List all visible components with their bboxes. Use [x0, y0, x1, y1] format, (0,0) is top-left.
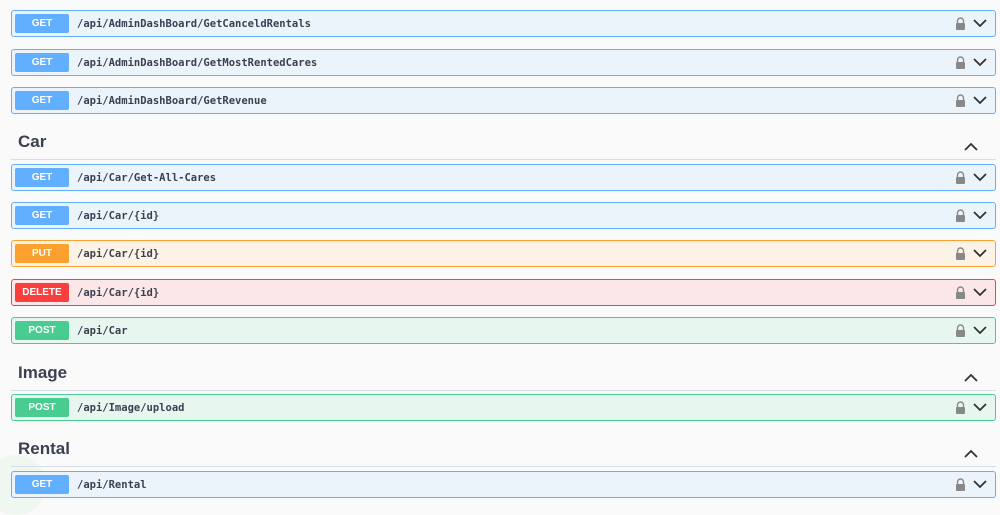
chevron-down-icon[interactable]	[973, 287, 989, 299]
operation-put-car-by-id[interactable]: PUT /api/Car/{id}	[11, 240, 996, 267]
lock-icon[interactable]	[955, 323, 969, 339]
operation-path: /api/AdminDashBoard/GetRevenue	[77, 94, 267, 107]
method-badge: GET	[15, 475, 69, 494]
chevron-down-icon[interactable]	[973, 325, 989, 337]
method-badge: POST	[15, 321, 69, 340]
chevron-down-icon[interactable]	[973, 95, 989, 107]
tag-header-car[interactable]: Car	[11, 126, 996, 160]
operation-get-revenue[interactable]: GET /api/AdminDashBoard/GetRevenue	[11, 87, 996, 114]
operation-delete-car-by-id[interactable]: DELETE /api/Car/{id}	[11, 279, 996, 306]
lock-icon[interactable]	[955, 477, 969, 493]
method-badge: GET	[15, 168, 69, 187]
chevron-down-icon[interactable]	[973, 402, 989, 414]
chevron-down-icon[interactable]	[973, 57, 989, 69]
operation-path: /api/Car	[77, 324, 128, 337]
operation-path: /api/Car/{id}	[77, 286, 160, 299]
method-badge: GET	[15, 14, 69, 33]
operation-path: /api/Car/Get-All-Cares	[77, 171, 217, 184]
operation-path: /api/Car/{id}	[77, 247, 160, 260]
chevron-down-icon[interactable]	[973, 18, 989, 30]
chevron-down-icon[interactable]	[973, 248, 989, 260]
tag-title: Car	[18, 132, 47, 151]
chevron-down-icon[interactable]	[973, 172, 989, 184]
chevron-down-icon[interactable]	[973, 210, 989, 222]
method-badge: DELETE	[15, 283, 69, 302]
operation-get-all-cares[interactable]: GET /api/Car/Get-All-Cares	[11, 164, 996, 191]
lock-icon[interactable]	[955, 55, 969, 71]
lock-icon[interactable]	[955, 16, 969, 32]
operation-path: /api/AdminDashBoard/GetMostRentedCares	[77, 56, 318, 69]
operation-post-image-upload[interactable]: POST /api/Image/upload	[11, 394, 996, 421]
method-badge: GET	[15, 53, 69, 72]
operation-get-car-by-id[interactable]: GET /api/Car/{id}	[11, 202, 996, 229]
method-badge: GET	[15, 91, 69, 110]
chevron-down-icon[interactable]	[973, 479, 989, 491]
tag-header-rental[interactable]: Rental	[11, 433, 996, 467]
operation-get-most-rented-cares[interactable]: GET /api/AdminDashBoard/GetMostRentedCar…	[11, 49, 996, 76]
operation-get-canceld-rentals[interactable]: GET /api/AdminDashBoard/GetCanceldRental…	[11, 10, 996, 37]
tag-title: Rental	[18, 439, 70, 458]
tag-header-image[interactable]: Image	[11, 357, 996, 391]
chevron-up-icon[interactable]	[964, 445, 978, 458]
operation-get-rental[interactable]: GET /api/Rental	[11, 471, 996, 498]
operation-path: /api/Car/{id}	[77, 209, 160, 222]
operation-path: /api/Image/upload	[77, 401, 185, 414]
operation-post-car[interactable]: POST /api/Car	[11, 317, 996, 344]
lock-icon[interactable]	[955, 246, 969, 262]
chevron-up-icon[interactable]	[964, 369, 978, 382]
tag-title: Image	[18, 363, 68, 382]
method-badge: PUT	[15, 244, 69, 263]
lock-icon[interactable]	[955, 170, 969, 186]
operation-path: /api/Rental	[77, 478, 147, 491]
chevron-up-icon[interactable]	[964, 138, 978, 151]
method-badge: POST	[15, 398, 69, 417]
lock-icon[interactable]	[955, 208, 969, 224]
lock-icon[interactable]	[955, 285, 969, 301]
operation-path: /api/AdminDashBoard/GetCanceldRentals	[77, 17, 311, 30]
lock-icon[interactable]	[955, 93, 969, 109]
lock-icon[interactable]	[955, 400, 969, 416]
method-badge: GET	[15, 206, 69, 225]
